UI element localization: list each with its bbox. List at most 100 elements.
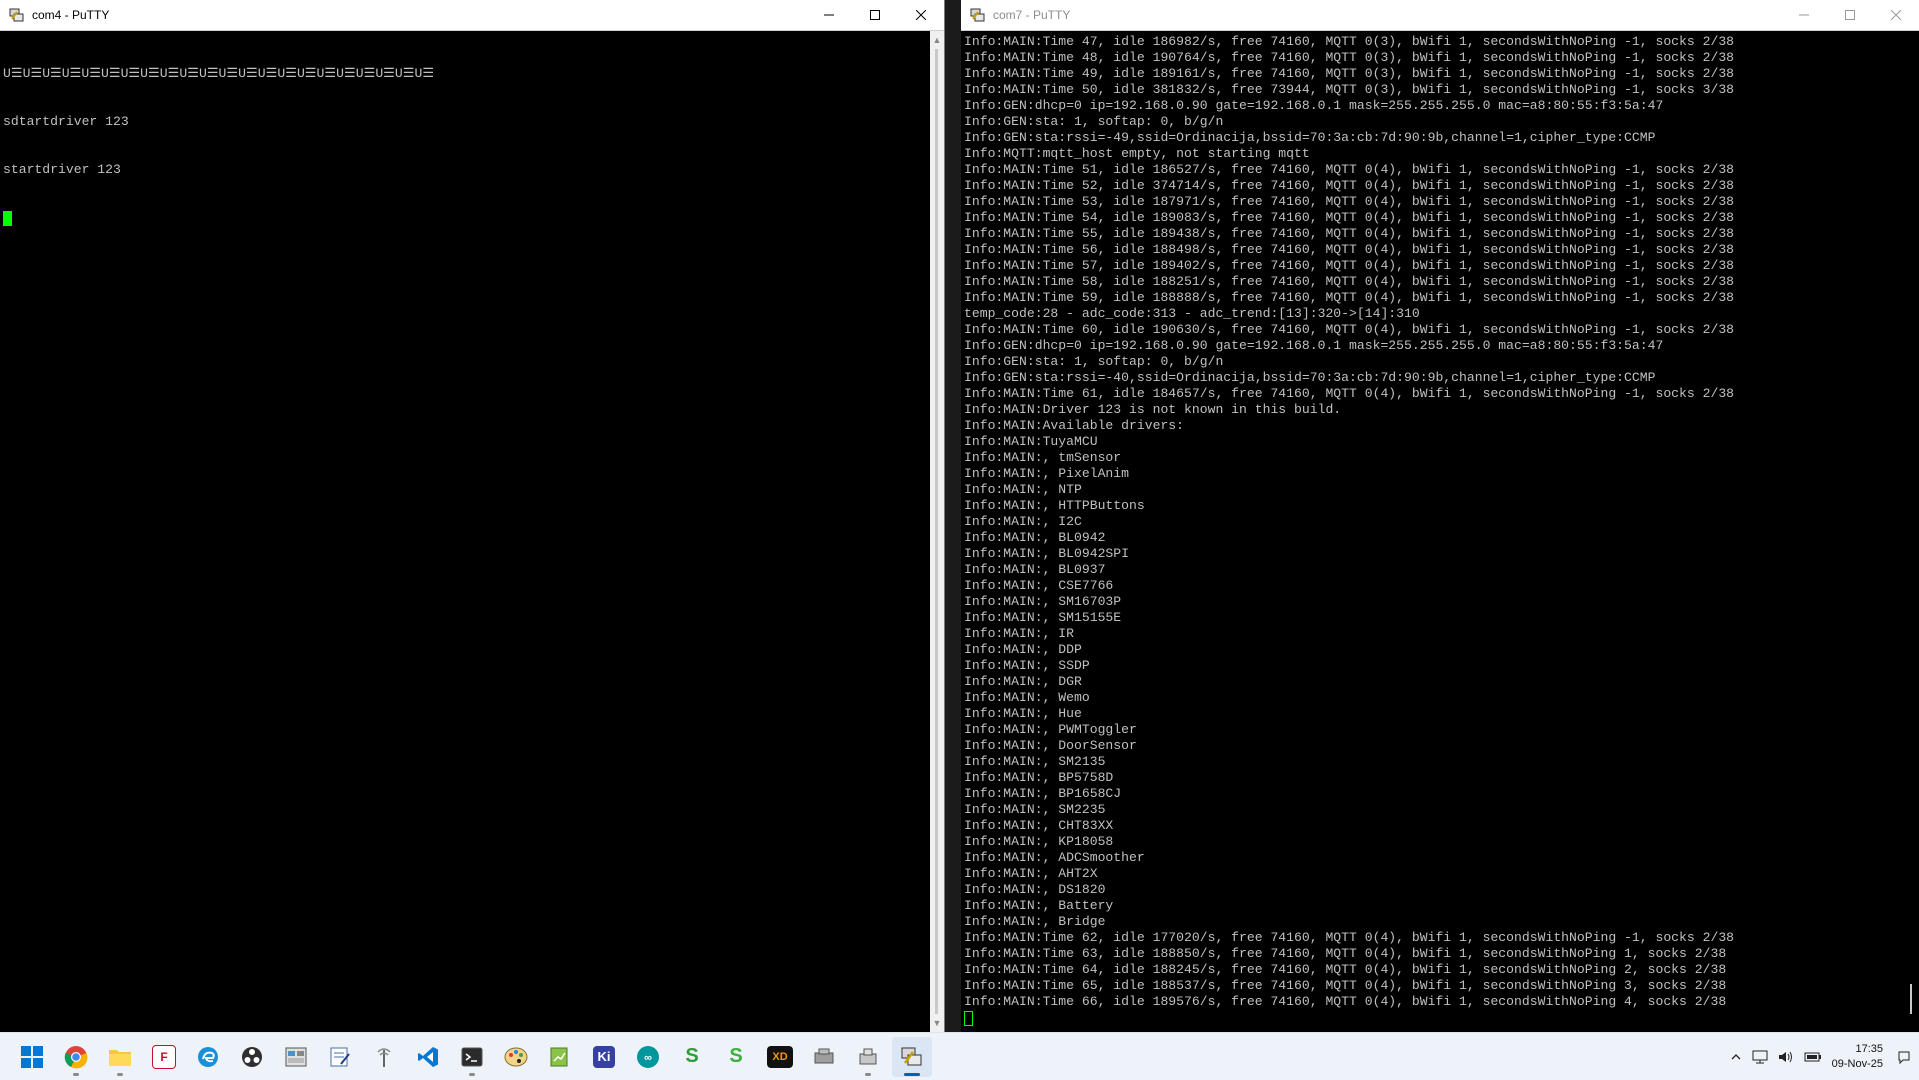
svg-text:∞: ∞ xyxy=(644,1052,652,1064)
terminal-line: Info:GEN:sta: 1, softap: 0, b/g/n xyxy=(964,354,1224,369)
xd-app-icon[interactable]: XD xyxy=(760,1037,800,1077)
terminal-line: Info:MAIN:, DoorSensor xyxy=(964,738,1137,753)
terminal-line: Info:MAIN:Time 58, idle 188251/s, free 7… xyxy=(964,274,1735,289)
control-panel-icon[interactable] xyxy=(276,1037,316,1077)
close-button[interactable] xyxy=(898,0,944,30)
scroll-up-arrow-icon[interactable]: ▲ xyxy=(930,33,944,47)
terminal-line: Info:MAIN:, BP5758D xyxy=(964,770,1114,785)
maximize-button[interactable] xyxy=(852,0,898,30)
terminal-line: Info:MAIN:Time 49, idle 189161/s, free 7… xyxy=(964,66,1735,81)
clock-date: 09-Nov-25 xyxy=(1831,1057,1883,1070)
vertical-scrollbar[interactable]: ▲ ▼ xyxy=(930,31,944,1032)
terminal-line: Info:MAIN:Time 65, idle 188537/s, free 7… xyxy=(964,978,1727,993)
putty-icon[interactable] xyxy=(892,1036,932,1077)
notification-icon[interactable] xyxy=(1897,1050,1911,1064)
scroll-down-arrow-icon[interactable]: ▼ xyxy=(930,1016,944,1030)
kicad-icon[interactable]: Ki xyxy=(584,1037,624,1077)
terminal-line: Info:MAIN:, SM15155E xyxy=(964,610,1122,625)
terminal-line: Info:MAIN:Time 55, idle 189438/s, free 7… xyxy=(964,226,1735,241)
clock-time: 17:35 xyxy=(1855,1042,1883,1055)
terminal-line: sdtartdriver 123 xyxy=(3,114,129,129)
usb-tool-icon[interactable] xyxy=(848,1037,888,1077)
scrollbar-thumb[interactable] xyxy=(935,49,938,1014)
terminal-line: Info:MAIN:, AHT2X xyxy=(964,866,1098,881)
terminal-line: Info:MAIN:Time 48, idle 190764/s, free 7… xyxy=(964,50,1735,65)
foxit-pdf-icon[interactable]: F xyxy=(144,1037,184,1077)
window-title: com7 - PuTTY xyxy=(993,8,1071,22)
terminal-line: Info:MAIN:, PWMToggler xyxy=(964,722,1137,737)
text-cursor xyxy=(3,211,12,226)
terminal-line: Info:MAIN:Time 47, idle 186982/s, free 7… xyxy=(964,34,1735,49)
terminal-area[interactable]: Info:MAIN:Time 47, idle 186982/s, free 7… xyxy=(961,31,1902,1032)
maximize-button[interactable] xyxy=(1827,0,1873,30)
battery-icon[interactable] xyxy=(1804,1051,1822,1063)
terminal-line: Info:MAIN:, BL0942 xyxy=(964,530,1106,545)
notepad-icon[interactable] xyxy=(540,1037,580,1077)
terminal-line: Info:MAIN:, DGR xyxy=(964,674,1082,689)
terminal-line: Info:GEN:sta:rssi=-40,ssid=Ordinacija,bs… xyxy=(964,370,1656,385)
terminal-line: Info:MAIN:Time 50, idle 381832/s, free 7… xyxy=(964,82,1735,97)
vscode-icon[interactable] xyxy=(408,1037,448,1077)
terminal-line: Info:MAIN:Time 66, idle 189576/s, free 7… xyxy=(964,994,1727,1009)
terminal-line: Info:MAIN:, SM2135 xyxy=(964,754,1106,769)
taskbar: F Ki ∞ S S XD 17:35 09-Nov-25 xyxy=(0,1032,1919,1080)
terminal-line: Info:MAIN:, I2C xyxy=(964,514,1082,529)
start-icon[interactable] xyxy=(12,1037,52,1077)
terminal-line: Info:MAIN:Time 64, idle 188245/s, free 7… xyxy=(964,962,1727,977)
obs-icon[interactable] xyxy=(232,1037,272,1077)
system-tray: 17:35 09-Nov-25 xyxy=(1730,1033,1919,1080)
paint-tool-icon[interactable] xyxy=(496,1037,536,1077)
terminal-line: Info:MAIN:, Wemo xyxy=(964,690,1090,705)
terminal-line: Info:MAIN:Available drivers: xyxy=(964,418,1185,433)
clock[interactable]: 17:35 09-Nov-25 xyxy=(1832,1042,1883,1072)
minimize-button[interactable] xyxy=(806,0,852,30)
certificate-editor-icon[interactable] xyxy=(320,1037,360,1077)
terminal-line: Info:MAIN:Time 62, idle 177020/s, free 7… xyxy=(964,930,1735,945)
terminal-line: Info:MAIN:, DDP xyxy=(964,642,1082,657)
terminal-line: Info:MAIN:, BL0937 xyxy=(964,562,1106,577)
terminal-line: Info:MAIN:Time 57, idle 189402/s, free 7… xyxy=(964,258,1735,273)
file-explorer-icon[interactable] xyxy=(100,1037,140,1077)
chrome-icon[interactable] xyxy=(56,1037,96,1077)
terminal-line: Info:GEN:sta: 1, softap: 0, b/g/n xyxy=(964,114,1224,129)
terminal-output: U☰U☰U☰U☰U☰U☰U☰U☰U☰U☰U☰U☰U☰U☰U☰U☰U☰U☰U☰U☰… xyxy=(3,34,434,258)
flasher-icon[interactable] xyxy=(804,1037,844,1077)
putty-window-com4[interactable]: com4 - PuTTY U☰U☰U☰U☰U☰U☰U☰U☰U☰U☰U☰U☰U☰U… xyxy=(0,0,945,1032)
terminal-line: Info:GEN:dhcp=0 ip=192.168.0.90 gate=192… xyxy=(964,338,1664,353)
terminal-line: Info:MAIN:Time 53, idle 187971/s, free 7… xyxy=(964,194,1735,209)
putty-icon xyxy=(970,7,986,23)
terminal-line: Info:MAIN:, PixelAnim xyxy=(964,466,1130,481)
antenna-tool-icon[interactable] xyxy=(364,1037,404,1077)
putty-window-com7[interactable]: com7 - PuTTY Info:MAIN:Time 47, idle 186… xyxy=(961,0,1919,1032)
terminal-line: Info:MAIN:, NTP xyxy=(964,482,1082,497)
terminal-area[interactable]: U☰U☰U☰U☰U☰U☰U☰U☰U☰U☰U☰U☰U☰U☰U☰U☰U☰U☰U☰U☰… xyxy=(0,31,930,1032)
scrollbar-thumb[interactable] xyxy=(1910,984,1912,1014)
terminal-line: Info:MAIN:Time 59, idle 188888/s, free 7… xyxy=(964,290,1735,305)
terminal-line: Info:MAIN:Driver 123 is not known in thi… xyxy=(964,402,1342,417)
terminal-line: Info:MAIN:Time 54, idle 189083/s, free 7… xyxy=(964,210,1735,225)
terminal-line: Info:MAIN:, tmSensor xyxy=(964,450,1122,465)
terminal-line: Info:MAIN:Time 60, idle 190630/s, free 7… xyxy=(964,322,1735,337)
chevron-up-icon[interactable] xyxy=(1730,1051,1742,1063)
network-icon[interactable] xyxy=(1752,1050,1768,1064)
s-app-icon[interactable]: S xyxy=(716,1037,756,1077)
terminal-line: temp_code:28 - adc_code:313 - adc_trend:… xyxy=(964,306,1420,321)
terminal-line: Info:MAIN:Time 52, idle 374714/s, free 7… xyxy=(964,178,1735,193)
edge-icon[interactable] xyxy=(188,1037,228,1077)
terminal-line: Info:MAIN:, IR xyxy=(964,626,1075,641)
vertical-scrollbar[interactable] xyxy=(1902,31,1919,1032)
terminal-line: Info:MAIN:, DS1820 xyxy=(964,882,1106,897)
terminal-line: Info:MAIN:, Battery xyxy=(964,898,1114,913)
close-button[interactable] xyxy=(1873,0,1919,30)
terminal-line: Info:MAIN:, SM2235 xyxy=(964,802,1106,817)
terminal-line: Info:MAIN:, SM16703P xyxy=(964,594,1122,609)
volume-icon[interactable] xyxy=(1778,1050,1794,1064)
minimize-button[interactable] xyxy=(1781,0,1827,30)
title-bar[interactable]: com4 - PuTTY xyxy=(0,0,944,31)
sourcetree-icon[interactable]: S xyxy=(672,1037,712,1077)
arduino-icon[interactable]: ∞ xyxy=(628,1037,668,1077)
terminal-icon[interactable] xyxy=(452,1037,492,1077)
terminal-line: Info:MAIN:, KP18058 xyxy=(964,834,1114,849)
terminal-line: Info:MAIN:Time 51, idle 186527/s, free 7… xyxy=(964,162,1735,177)
title-bar[interactable]: com7 - PuTTY xyxy=(961,0,1919,31)
